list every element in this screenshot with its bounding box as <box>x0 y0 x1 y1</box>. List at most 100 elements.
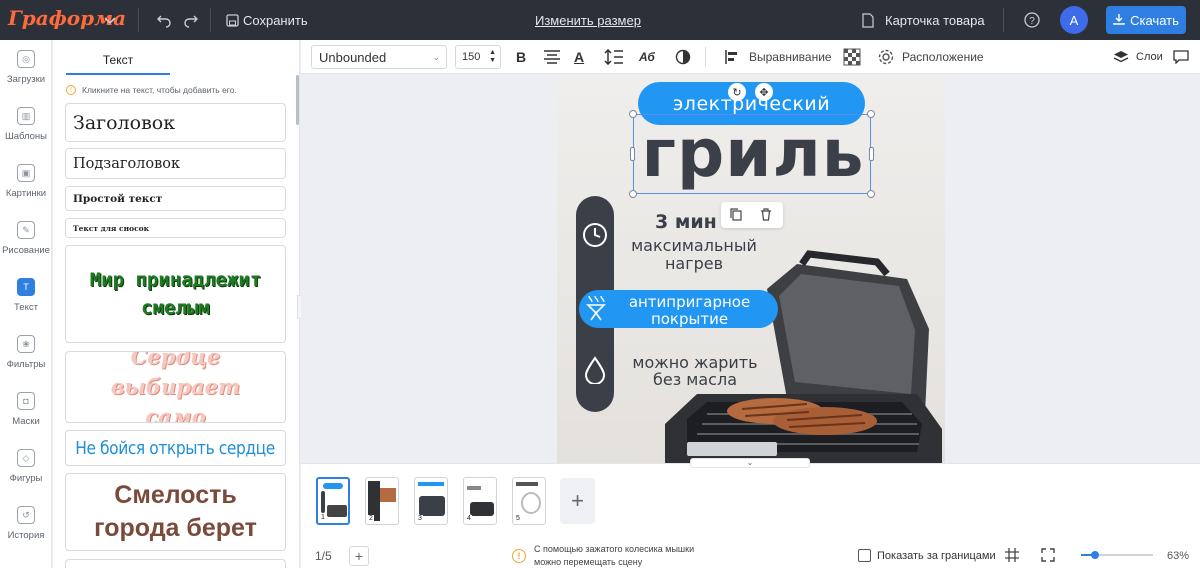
duplicate-icon[interactable] <box>730 208 742 226</box>
upload-icon: ◎ <box>17 50 35 68</box>
drop-icon <box>584 356 606 389</box>
add-page-button[interactable]: + <box>560 478 595 524</box>
nav-images[interactable]: ▣ Картинки <box>0 154 52 210</box>
styled-text-4[interactable]: Смелость города берет <box>65 473 286 551</box>
page-number: 4 <box>466 515 472 522</box>
resize-handle[interactable] <box>630 147 635 161</box>
preset-subheading[interactable]: Подзаголовок <box>65 148 286 179</box>
preset-body[interactable]: Простой текст <box>65 186 286 211</box>
history-icon: ↺ <box>17 506 35 524</box>
nav-draw[interactable]: ✎ Рисование <box>0 211 52 267</box>
styled-text-1[interactable]: Мир принадлежит смелым <box>65 245 286 343</box>
styled-text-3-label: Не бойся открыть сердце <box>75 437 276 459</box>
zoom-value: 63% <box>1167 550 1190 562</box>
styled-text-5[interactable] <box>65 559 286 568</box>
grid-icon[interactable] <box>1005 548 1019 567</box>
nav-label: Фильтры <box>6 359 46 370</box>
feature-oilfree-line2[interactable]: без масла <box>615 370 775 389</box>
page-thumb[interactable]: 2 <box>365 477 399 525</box>
text-align-icon[interactable] <box>543 40 561 74</box>
resize-handle[interactable] <box>629 190 637 198</box>
nav-history[interactable]: ↺ История <box>0 496 52 552</box>
styled-text-3[interactable]: Не бойся открыть сердце <box>65 430 286 466</box>
rotate-icon[interactable]: ↻ <box>728 83 746 101</box>
line-height-icon[interactable] <box>604 40 624 74</box>
left-nav: ◎ Загрузки ▥ Шаблоны ▣ Картинки ✎ Рисова… <box>0 40 52 568</box>
preset-heading[interactable]: Заголовок <box>65 103 286 142</box>
nav-label: Картинки <box>5 188 47 199</box>
nav-shapes[interactable]: ◇ Фигуры <box>0 439 52 495</box>
nav-templates[interactable]: ▥ Шаблоны <box>0 97 52 153</box>
selection-box[interactable] <box>633 114 871 194</box>
resize-handle[interactable] <box>629 110 637 118</box>
filter-icon: ❀ <box>17 335 35 353</box>
download-button[interactable]: Скачать <box>1106 6 1186 34</box>
tip-warning-icon: ! <box>512 549 526 563</box>
text-toolbar: Unbounded ⌄ 150 ▲ ▼ B A Аб Выравнивание Р… <box>301 40 1200 74</box>
layers-button[interactable]: Слои <box>1136 40 1163 74</box>
text-panel: Текст ! Кликните на текст, чтобы добавит… <box>53 40 300 568</box>
transparency-icon[interactable] <box>843 40 861 74</box>
hint-text: Кликните на текст, чтобы добавить его. <box>82 85 237 95</box>
tab-text[interactable]: Текст <box>66 53 170 75</box>
plus-icon: + <box>571 488 584 513</box>
nav-masks[interactable]: ◘ Маски <box>0 382 52 438</box>
preset-footnote-label: Текст для сносок <box>73 223 150 233</box>
nav-label: Загрузки <box>6 74 46 85</box>
add-page-small-button[interactable]: + <box>349 546 369 566</box>
font-size-input[interactable]: 150 ▲ ▼ <box>455 45 501 69</box>
nav-text[interactable]: T Текст <box>0 268 52 324</box>
collapse-strip-button[interactable]: ⌄ <box>690 458 810 468</box>
show-outside-checkbox[interactable] <box>858 549 871 562</box>
feature-time-line1[interactable]: максимальный <box>619 236 769 255</box>
zoom-slider[interactable] <box>1081 551 1153 559</box>
text-color-icon[interactable]: A <box>574 40 584 74</box>
undo-icon[interactable] <box>154 10 174 30</box>
document-title[interactable]: Карточка товара <box>885 13 985 28</box>
align-icon[interactable] <box>725 40 739 74</box>
zoom-slider-knob[interactable] <box>1091 551 1100 559</box>
align-button[interactable]: Выравнивание <box>749 40 832 74</box>
opacity-icon[interactable] <box>675 40 691 74</box>
user-avatar[interactable]: А <box>1060 6 1088 34</box>
arrange-icon[interactable] <box>878 40 894 74</box>
arrange-button[interactable]: Расположение <box>902 40 984 74</box>
panel-scrollbar[interactable] <box>296 75 299 125</box>
page-thumb[interactable]: 4 <box>463 477 497 525</box>
letter-spacing-icon[interactable]: Аб <box>639 40 655 74</box>
redo-icon[interactable] <box>181 10 201 30</box>
help-icon[interactable]: ? <box>1023 11 1041 29</box>
nav-label: Текст <box>14 302 38 313</box>
resize-handle[interactable] <box>867 110 875 118</box>
fullscreen-icon[interactable] <box>1041 548 1055 567</box>
font-select[interactable]: Unbounded ⌄ <box>311 45 447 69</box>
bold-button[interactable]: B <box>516 40 526 74</box>
design-artboard[interactable]: электрический гриль ↻ ✥ 3 мин максимальн… <box>557 74 945 463</box>
feature-time-line2[interactable]: нагрев <box>619 254 769 273</box>
styled-text-2[interactable]: Сердце выбирает само <box>65 351 286 423</box>
stepper-icon[interactable]: ▲ ▼ <box>489 49 496 65</box>
preset-footnote[interactable]: Текст для сносок <box>65 218 286 238</box>
styled-text-1-label: Мир принадлежит смелым <box>89 269 262 319</box>
resize-handle[interactable] <box>869 147 874 161</box>
canvas-area[interactable]: электрический гриль ↻ ✥ 3 мин максимальн… <box>301 74 1200 463</box>
page-thumb[interactable]: 5 <box>512 477 546 525</box>
resize-handle[interactable] <box>867 190 875 198</box>
page-number: 1 <box>320 514 326 521</box>
layers-icon[interactable] <box>1113 40 1129 74</box>
save-icon[interactable] <box>224 12 240 28</box>
styled-text-2-label: Сердце выбирает само <box>110 351 241 423</box>
nav-filters[interactable]: ❀ Фильтры <box>0 325 52 381</box>
page-thumb[interactable]: 1 <box>316 477 350 525</box>
nav-uploads[interactable]: ◎ Загрузки <box>0 40 52 96</box>
move-icon[interactable]: ✥ <box>755 83 773 101</box>
page-thumb[interactable]: 3 <box>414 477 448 525</box>
save-button[interactable]: Сохранить <box>243 13 308 28</box>
resize-button[interactable]: Изменить размер <box>535 13 641 28</box>
delete-icon[interactable] <box>760 208 772 226</box>
show-outside-label[interactable]: Показать за границами <box>877 550 996 562</box>
comment-icon[interactable] <box>1173 40 1189 74</box>
pages-strip: ⌄ 1 2 3 4 5 + 1/5 + ! С помощью зажатого… <box>301 458 1200 568</box>
feature-time-title[interactable]: 3 мин <box>655 211 717 233</box>
chevron-down-icon[interactable] <box>100 10 120 30</box>
